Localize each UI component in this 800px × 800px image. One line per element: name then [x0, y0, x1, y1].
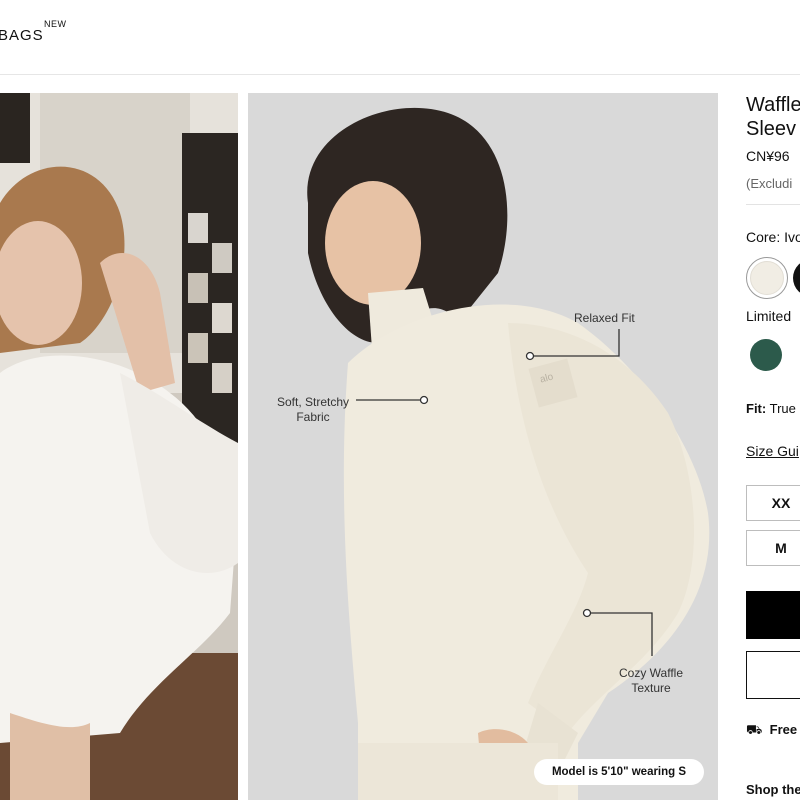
- callout-cozy-waffle-line2: Texture: [631, 681, 671, 695]
- add-to-bag-button[interactable]: [746, 591, 800, 639]
- callout-cozy-waffle: Cozy Waffle Texture: [608, 666, 694, 696]
- callout-soft-fabric-line2: Fabric: [296, 410, 330, 424]
- callout-cozy-waffle-line1: Cozy Waffle: [618, 666, 684, 680]
- divider: [746, 204, 800, 205]
- callout-relaxed-fit-text: Relaxed Fit: [574, 311, 635, 325]
- size-guide-link[interactable]: Size Gui: [746, 443, 799, 459]
- shop-the-look-heading: Shop the: [746, 782, 800, 797]
- color-swatch-green[interactable]: [750, 339, 782, 371]
- callout-relaxed-fit: Relaxed Fit: [574, 311, 635, 326]
- fit-info: Fit: True: [746, 401, 796, 416]
- product-image-lifestyle[interactable]: [0, 93, 238, 800]
- fit-label: Fit:: [746, 401, 767, 416]
- shipping-text: Free: [769, 722, 798, 737]
- swatch-ivory-fill: [750, 261, 784, 295]
- color-label: Core: Ivo: [746, 229, 800, 245]
- product-price: CN¥96: [746, 148, 790, 164]
- color-swatch-ivory[interactable]: [746, 257, 788, 299]
- callout-soft-fabric-line1: Soft, Stretchy: [276, 395, 350, 409]
- size-button-xxs[interactable]: XX: [746, 485, 800, 521]
- shipping-info: ⛟ Free: [746, 722, 797, 740]
- fit-value: True: [769, 401, 796, 416]
- nav-item-bags[interactable]: BAGS: [0, 27, 44, 44]
- product-title: Waffle Sleev: [746, 93, 800, 141]
- product-title-line1: Waffle: [746, 94, 800, 116]
- wishlist-button[interactable]: [746, 651, 800, 699]
- new-badge: NEW: [44, 19, 67, 29]
- truck-icon: ⛟: [746, 722, 763, 737]
- color-swatch-black[interactable]: [793, 259, 800, 297]
- size-button-m[interactable]: M: [746, 530, 800, 566]
- callout-soft-fabric: Soft, Stretchy Fabric: [270, 395, 356, 425]
- model-info-badge: Model is 5'10" wearing S: [534, 759, 704, 785]
- limited-label: Limited: [746, 308, 792, 324]
- top-nav: BAGS NEW: [0, 0, 800, 75]
- tax-note: (Excludi: [746, 176, 793, 191]
- product-image-main[interactable]: Relaxed Fit Soft, Stretchy Fabric Cozy W…: [248, 93, 718, 800]
- product-title-line2: Sleev: [746, 118, 797, 140]
- lifestyle-photo-illustration: [0, 93, 238, 800]
